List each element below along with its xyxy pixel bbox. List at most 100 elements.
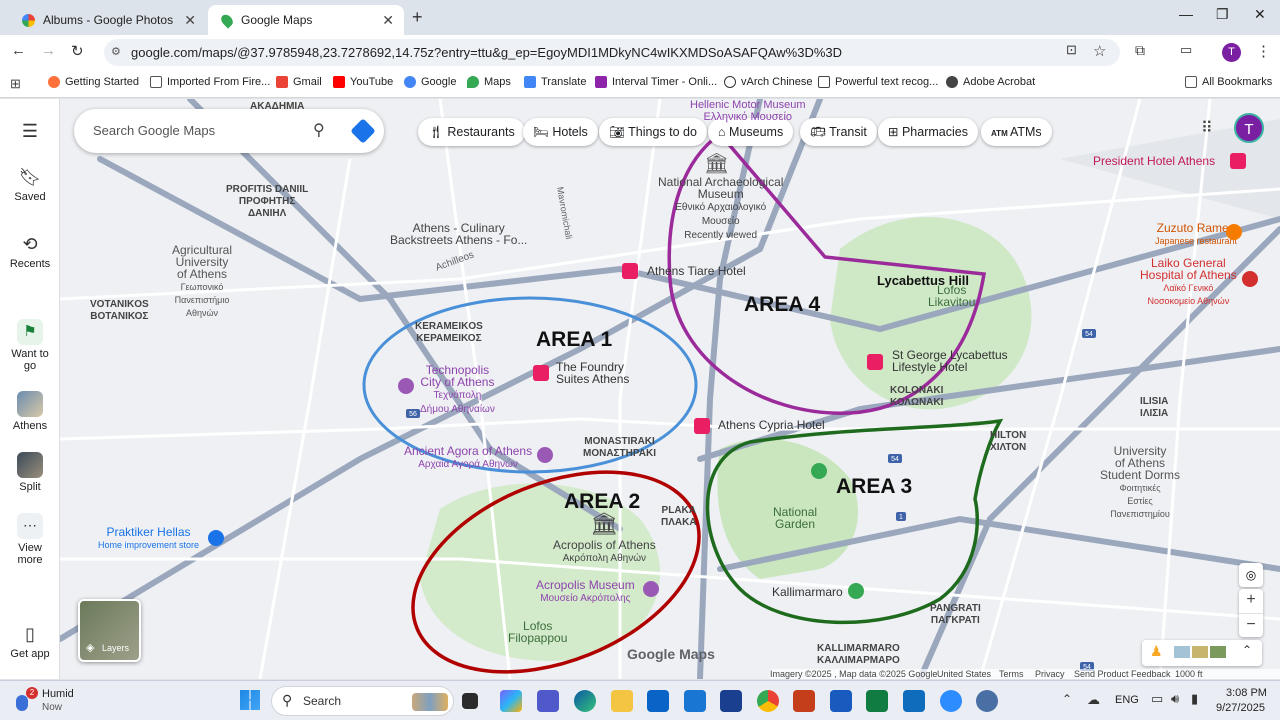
ancient-agora-label[interactable]: Ancient Agora of Athens Αρχαία Αγορά Αθην… (404, 445, 532, 471)
battery-icon[interactable]: ▮ (1191, 691, 1198, 707)
start-icon[interactable] (240, 690, 260, 710)
search-input[interactable]: Search Google Maps (93, 123, 215, 138)
bookmark-adobe[interactable]: Adobe Acrobat (946, 76, 1035, 88)
menu-kebab-icon[interactable]: ⋮ (1256, 42, 1271, 60)
extensions-icon[interactable]: ⧉ (1135, 42, 1145, 59)
vpn-icon[interactable] (976, 690, 998, 712)
want-to-go-button[interactable]: ⚑ Want to go (0, 319, 60, 372)
acropolis-icon[interactable]: 🏛︎ (590, 511, 618, 537)
bookmark-gmail[interactable]: Gmail (276, 76, 322, 88)
saved-button[interactable]: 🔖︎ Saved (0, 167, 60, 203)
imagery-thumb-2[interactable] (1192, 646, 1208, 658)
tab-google-maps[interactable]: Google Maps ✕ (208, 5, 404, 35)
taskbar-search[interactable]: ⚲ Search (271, 686, 454, 716)
clock-date[interactable]: 9/27/2025 (1216, 702, 1265, 714)
bookmark-translate[interactable]: Translate (524, 76, 586, 88)
feedback-link[interactable]: Send Product Feedback (1074, 669, 1171, 679)
google-apps-icon[interactable]: ⠿ (1201, 118, 1213, 138)
imagery-thumb-1[interactable] (1174, 646, 1190, 658)
app-dark-blue-icon[interactable] (720, 690, 742, 712)
national-garden-label[interactable]: National Garden (773, 506, 817, 530)
praktiker-label[interactable]: Praktiker Hellas Home improvement store (98, 526, 199, 551)
technopolis-label[interactable]: Technopolis City of Athens Τεχνόπολη Δήμου … (420, 364, 495, 416)
st-george-hotel-label[interactable]: St George Lycabettus Lifestyle Hotel (892, 349, 1008, 373)
acropolis-museum-label[interactable]: Acropolis Museum Μουσείο Ακρόπολης (536, 579, 635, 605)
apps-grid-icon[interactable]: ⊞ (10, 76, 21, 92)
hospital-pin-icon[interactable] (1242, 271, 1258, 287)
athens-recent-button[interactable]: Athens (0, 391, 60, 432)
hotel-pin-icon[interactable] (694, 418, 710, 434)
region-link[interactable]: United States (937, 669, 991, 679)
imagery-thumb-3[interactable] (1210, 646, 1226, 658)
bookmark-text-recog[interactable]: Powerful text recog... (818, 76, 938, 88)
zoom-out-button[interactable]: − (1239, 613, 1263, 637)
national-archaeological-museum-label[interactable]: National Archaeological Museum Εθνικό Αρχα… (658, 176, 783, 242)
close-window-icon[interactable]: ✕ (1254, 6, 1266, 23)
back-icon[interactable]: ← (11, 42, 26, 59)
chip-transit[interactable]: 🚌︎ Transit (800, 118, 877, 146)
powerpoint-icon[interactable] (793, 690, 815, 712)
bookmark-getting-started[interactable]: Getting Started (48, 76, 139, 88)
maximize-icon[interactable]: ❐ (1216, 6, 1229, 23)
search-box[interactable]: Search Google Maps ⚲ (74, 109, 384, 153)
hotel-pin-icon[interactable] (622, 263, 638, 279)
onedrive-icon[interactable]: ☁ (1087, 692, 1100, 708)
all-bookmarks[interactable]: All Bookmarks (1185, 76, 1272, 88)
layers-button[interactable]: ◈ Layers (78, 599, 141, 662)
chip-pharmacies[interactable]: ⊞ Pharmacies (878, 118, 978, 146)
bookmark-star-icon[interactable]: ☆ (1093, 42, 1106, 60)
hotel-pin-icon[interactable] (533, 365, 549, 381)
site-info-icon[interactable]: ⚙ (111, 39, 121, 66)
task-view-icon[interactable] (462, 693, 478, 709)
excel-icon[interactable] (866, 690, 888, 712)
copilot-icon[interactable] (500, 690, 522, 712)
stadium-pin-icon[interactable] (848, 583, 864, 599)
zoom-in-button[interactable]: + (1239, 589, 1263, 613)
profile-avatar[interactable]: T (1222, 43, 1241, 62)
hotel-pin-icon[interactable] (1230, 153, 1246, 169)
bookmark-imported[interactable]: Imported From Fire... (150, 76, 270, 88)
file-explorer-icon[interactable] (611, 690, 633, 712)
bookmark-maps[interactable]: Maps (467, 76, 511, 88)
chip-hotels[interactable]: 🛏︎ Hotels (523, 118, 598, 146)
recents-button[interactable]: ⟲ Recents (0, 234, 60, 270)
language-indicator[interactable]: ENG (1115, 694, 1139, 706)
tab-google-photos[interactable]: Albums - Google Photos ✕ (8, 5, 206, 35)
zoom-icon[interactable] (940, 690, 962, 712)
culinary-backstreets-label[interactable]: Athens - Culinary Backstreets Athens - Fo… (390, 222, 527, 246)
foundry-suites-label[interactable]: The Foundry Suites Athens (556, 361, 629, 385)
get-app-button[interactable]: ▯ Get app (0, 624, 60, 660)
university-dorms-label[interactable]: University of Athens Student Dorms Φοιτητικ… (1100, 445, 1180, 520)
museum-pin-icon[interactable] (643, 581, 659, 597)
laiko-hospital-label[interactable]: Laiko General Hospital of Athens Λαϊκό Γεν… (1140, 257, 1237, 307)
tray-chevron-icon[interactable]: ⌃ (1062, 692, 1072, 706)
museum-pin-icon[interactable] (537, 447, 553, 463)
split-recent-button[interactable]: Split (0, 452, 60, 493)
tiare-hotel-label[interactable]: Athens Tiare Hotel (647, 265, 746, 277)
museum-pin-icon[interactable]: 🏛︎ (704, 151, 734, 175)
chip-atms[interactable]: ATM ATMs (981, 118, 1052, 146)
bookmark-google[interactable]: Google (404, 76, 456, 88)
map-canvas[interactable]: 56 54 54 1 54 Search Google Maps ⚲ 🍴︎ Re… (60, 99, 1280, 679)
cast-icon[interactable]: ▭ (1180, 42, 1192, 58)
bookmark-varch[interactable]: vArch Chinese (724, 76, 813, 88)
menu-button[interactable]: ☰ (0, 121, 60, 145)
my-location-button[interactable]: ◎ (1239, 563, 1263, 587)
terms-link[interactable]: Terms (999, 669, 1024, 679)
scale-label[interactable]: 1000 ft (1175, 669, 1203, 679)
restaurant-pin-icon[interactable] (1226, 224, 1242, 240)
forward-icon[interactable]: → (41, 42, 56, 59)
close-tab-icon[interactable]: ✕ (382, 12, 394, 29)
bookmark-youtube[interactable]: YouTube (333, 76, 393, 88)
pegman-icon[interactable]: ♟ (1150, 643, 1163, 660)
map-profile-avatar[interactable]: T (1234, 113, 1264, 143)
poi-pin-icon[interactable] (398, 378, 414, 394)
directions-icon[interactable] (350, 118, 376, 144)
close-tab-icon[interactable]: ✕ (184, 12, 196, 29)
zuzuto-ramen-label[interactable]: Zuzuto Ramen Japanese restaurant (1155, 222, 1237, 247)
expand-chevron-icon[interactable]: ⌃ (1242, 643, 1252, 657)
outlook-icon[interactable] (647, 690, 669, 712)
address-bar[interactable]: ⚙ google.com/maps/@37.9785948,23.7278692… (104, 39, 1120, 66)
privacy-link[interactable]: Privacy (1035, 669, 1065, 679)
hellenic-museum-label[interactable]: Hellenic Motor Museum Ελληνικό Μουσείο (690, 99, 806, 123)
